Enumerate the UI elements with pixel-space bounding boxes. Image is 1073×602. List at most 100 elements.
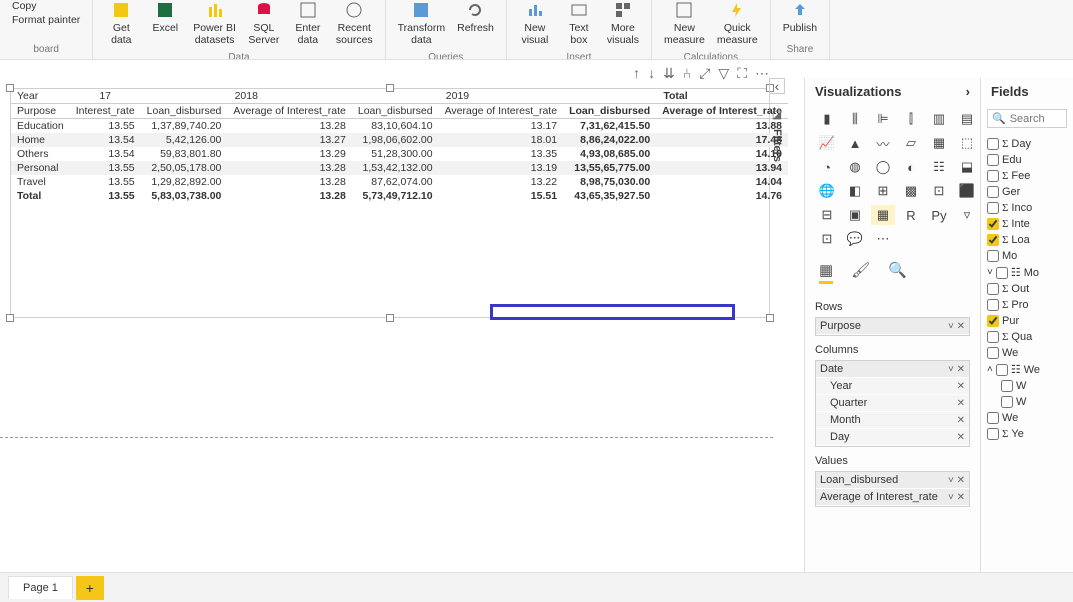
new-measure-button[interactable]: New measure [658, 0, 711, 50]
field-item[interactable]: ΣOut [983, 281, 1071, 297]
viz-type-icon[interactable]: ▤ [955, 109, 979, 129]
columns-well-sub[interactable]: Month✕ [816, 412, 969, 429]
field-item[interactable]: Mo [983, 248, 1071, 264]
field-item[interactable]: ΣLoa [983, 232, 1071, 248]
viz-type-icon[interactable]: ▦ [927, 133, 951, 153]
columns-well-sub[interactable]: Quarter✕ [816, 395, 969, 412]
viz-type-icon[interactable]: 📈 [815, 133, 839, 153]
expand-filters-icon[interactable]: ‹ [769, 78, 785, 94]
drill-up-icon[interactable]: ↑ [633, 65, 640, 82]
viz-type-icon[interactable]: ⊫ [871, 109, 895, 129]
year-col[interactable]: 2018 [141, 89, 352, 104]
viz-type-icon[interactable]: ◐ [899, 157, 923, 177]
columns-well-sub[interactable]: Day✕ [816, 429, 969, 446]
viz-type-icon[interactable]: ▮ [815, 109, 839, 129]
field-item[interactable]: ΣDay [983, 136, 1071, 152]
viz-type-icon[interactable]: ◯ [871, 157, 895, 177]
viz-type-icon[interactable]: ◧ [843, 181, 867, 201]
sql-server-button[interactable]: SQL Server [242, 0, 286, 50]
columns-well-sub[interactable]: Year✕ [816, 378, 969, 395]
field-item[interactable]: ΣYe [983, 426, 1071, 442]
table-row[interactable]: Personal13.552,50,05,178.0013.281,53,42,… [11, 161, 788, 175]
viz-type-icon[interactable]: ⫿ [899, 109, 923, 129]
filters-icon[interactable]: ◪ [772, 108, 782, 121]
columns-well-item[interactable]: Date˅ ✕ [816, 361, 969, 378]
analytics-tab-icon[interactable]: 🔍 [888, 261, 907, 284]
field-item[interactable]: ΣFee [983, 168, 1071, 184]
get-data-button[interactable]: Get data [99, 0, 143, 50]
resize-handle[interactable] [6, 314, 14, 322]
scroll-highlight[interactable] [490, 304, 735, 320]
viz-type-icon[interactable]: ▿ [955, 205, 979, 225]
viz-type-icon[interactable]: Py [927, 205, 951, 225]
resize-handle[interactable] [766, 314, 774, 322]
more-options-icon[interactable]: ⋯ [755, 65, 769, 82]
format-tab-icon[interactable]: 🖌 [851, 261, 870, 284]
viz-type-icon[interactable]: ⬓ [955, 157, 979, 177]
table-row[interactable]: Travel13.551,29,82,892.0013.2887,62,074.… [11, 175, 788, 189]
pbi-datasets-button[interactable]: Power BI datasets [187, 0, 242, 50]
text-box-button[interactable]: Text box [557, 0, 601, 50]
publish-button[interactable]: Publish [777, 0, 823, 42]
recent-sources-button[interactable]: Recent sources [330, 0, 379, 50]
field-item[interactable]: W [983, 394, 1071, 410]
transform-data-button[interactable]: Transform data [392, 0, 451, 50]
viz-type-icon[interactable]: 〰 [871, 133, 895, 153]
viz-type-icon[interactable]: ◔ [815, 157, 839, 177]
resize-handle[interactable] [386, 84, 394, 92]
viz-type-icon[interactable]: ▲ [843, 133, 867, 153]
field-item[interactable]: We [983, 410, 1071, 426]
filter-icon[interactable]: ▽ [718, 65, 729, 82]
format-painter-button[interactable]: Format painter [12, 14, 80, 26]
viz-type-icon[interactable]: ▥ [927, 109, 951, 129]
values-well-item[interactable]: Loan_disbursed˅ ✕ [816, 472, 969, 489]
viz-type-icon[interactable]: ⊡ [927, 181, 951, 201]
field-item[interactable]: Pur [983, 313, 1071, 329]
viz-type-icon[interactable]: ⬛ [955, 181, 979, 201]
table-row[interactable]: Home13.545,42,126.0013.271,98,06,602.001… [11, 133, 788, 147]
field-item[interactable]: ˅☷Mo [983, 264, 1071, 281]
add-page-button[interactable]: + [76, 576, 104, 600]
viz-type-icon[interactable]: ⬚ [955, 133, 979, 153]
field-item[interactable]: Edu [983, 152, 1071, 168]
values-well-item[interactable]: Average of Interest_rate˅ ✕ [816, 489, 969, 506]
viz-type-icon[interactable]: ⋯ [871, 229, 895, 249]
viz-type-icon[interactable]: ◍ [843, 157, 867, 177]
enter-data-button[interactable]: Enter data [286, 0, 330, 50]
year-col[interactable]: 17 [70, 89, 141, 104]
viz-type-icon[interactable]: ⫼ [843, 109, 867, 129]
rows-well-item[interactable]: Purpose˅ ✕ [816, 318, 969, 335]
fields-tab-icon[interactable]: ▦ [819, 261, 833, 284]
more-visuals-button[interactable]: More visuals [601, 0, 645, 50]
matrix-visual[interactable]: ↑ ↓ ⇊ ⑃ ⤢ ▽ ⛶ ⋯ Year 17 2018 2019 Total [10, 88, 770, 318]
field-item[interactable]: ˄☷We [983, 361, 1071, 378]
viz-type-icon[interactable]: ⊟ [815, 205, 839, 225]
values-well[interactable]: Loan_disbursed˅ ✕ Average of Interest_ra… [815, 471, 970, 507]
focus-mode-icon[interactable]: ⛶ [737, 65, 747, 82]
field-item[interactable]: W [983, 378, 1071, 394]
viz-type-icon[interactable]: ▣ [843, 205, 867, 225]
year-col[interactable]: 2019 [352, 89, 563, 104]
expand-level-icon[interactable]: ⑃ [683, 65, 691, 82]
collapse-viz-icon[interactable]: › [966, 84, 970, 99]
drill-mode-icon[interactable]: ⤢ [699, 65, 710, 82]
viz-type-icon[interactable]: ▱ [899, 133, 923, 153]
quick-measure-button[interactable]: Quick measure [711, 0, 764, 50]
viz-type-icon[interactable]: R [899, 205, 923, 225]
viz-type-icon[interactable]: ☷ [927, 157, 951, 177]
rows-well[interactable]: Purpose˅ ✕ [815, 317, 970, 336]
field-item[interactable]: We [983, 345, 1071, 361]
copy-button[interactable]: Copy [12, 0, 80, 12]
expand-all-icon[interactable]: ⇊ [663, 65, 675, 82]
table-row[interactable]: Others13.5459,83,801.8013.2951,28,300.00… [11, 147, 788, 161]
viz-type-icon[interactable]: 🌐 [815, 181, 839, 201]
viz-type-icon[interactable]: ▩ [899, 181, 923, 201]
fields-search[interactable]: 🔍 [987, 109, 1067, 128]
viz-type-icon[interactable]: 💬 [843, 229, 867, 249]
columns-well[interactable]: Date˅ ✕ Year✕ Quarter✕ Month✕ Day✕ [815, 360, 970, 447]
drill-down-icon[interactable]: ↓ [648, 65, 655, 82]
refresh-button[interactable]: Refresh [451, 0, 500, 50]
field-item[interactable]: ΣInte [983, 216, 1071, 232]
new-visual-button[interactable]: New visual [513, 0, 557, 50]
viz-type-icon[interactable]: ⊞ [871, 181, 895, 201]
